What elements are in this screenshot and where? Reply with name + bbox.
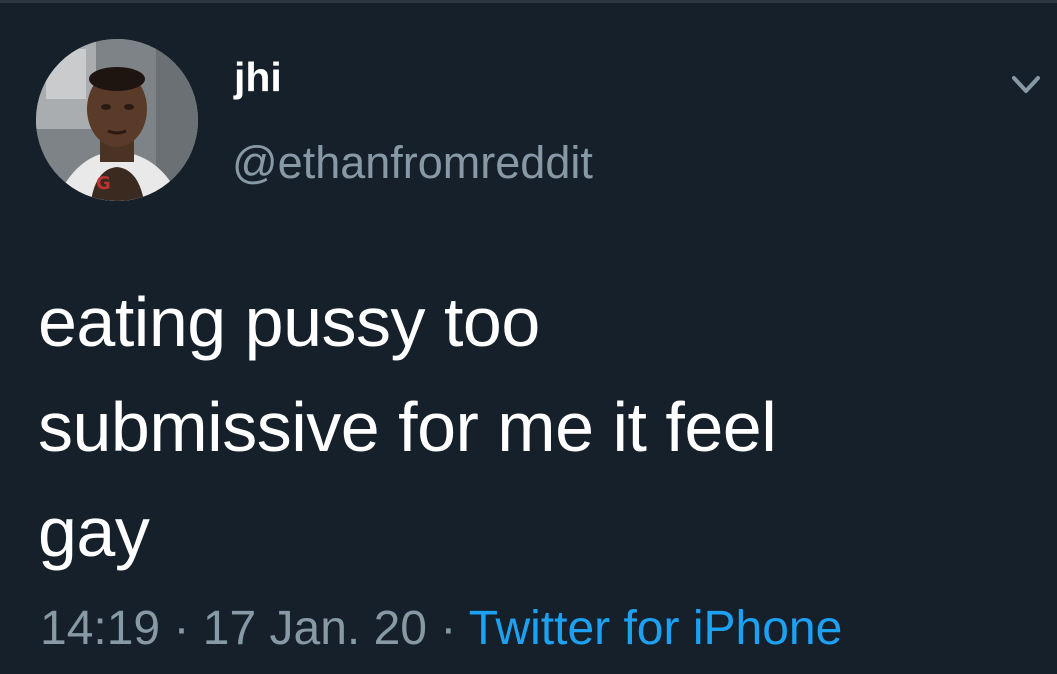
author-handle[interactable]: @ethanfromreddit bbox=[232, 140, 593, 185]
meta-separator: · bbox=[440, 602, 457, 655]
avatar-image: G bbox=[36, 39, 198, 201]
tweet-metadata: 14:19 · 17 Jan. 20 · Twitter for iPhone bbox=[40, 605, 842, 653]
svg-text:G: G bbox=[96, 173, 111, 194]
top-divider bbox=[0, 0, 1057, 3]
avatar[interactable]: G bbox=[36, 39, 198, 201]
tweet-date[interactable]: 17 Jan. 20 bbox=[203, 602, 427, 655]
tweet-text-line: eating pussy too bbox=[38, 283, 540, 361]
tweet-text-line: gay bbox=[38, 493, 150, 571]
tweet-text: eating pussy too submissive for me it fe… bbox=[38, 270, 1038, 585]
meta-separator: · bbox=[173, 602, 190, 655]
chevron-down-icon[interactable] bbox=[1008, 70, 1044, 100]
tweet-text-line: submissive for me it feel bbox=[38, 388, 777, 466]
author-display-name[interactable]: jhi bbox=[234, 57, 282, 98]
tweet-source-link[interactable]: Twitter for iPhone bbox=[469, 602, 843, 655]
tweet-time[interactable]: 14:19 bbox=[40, 602, 160, 655]
